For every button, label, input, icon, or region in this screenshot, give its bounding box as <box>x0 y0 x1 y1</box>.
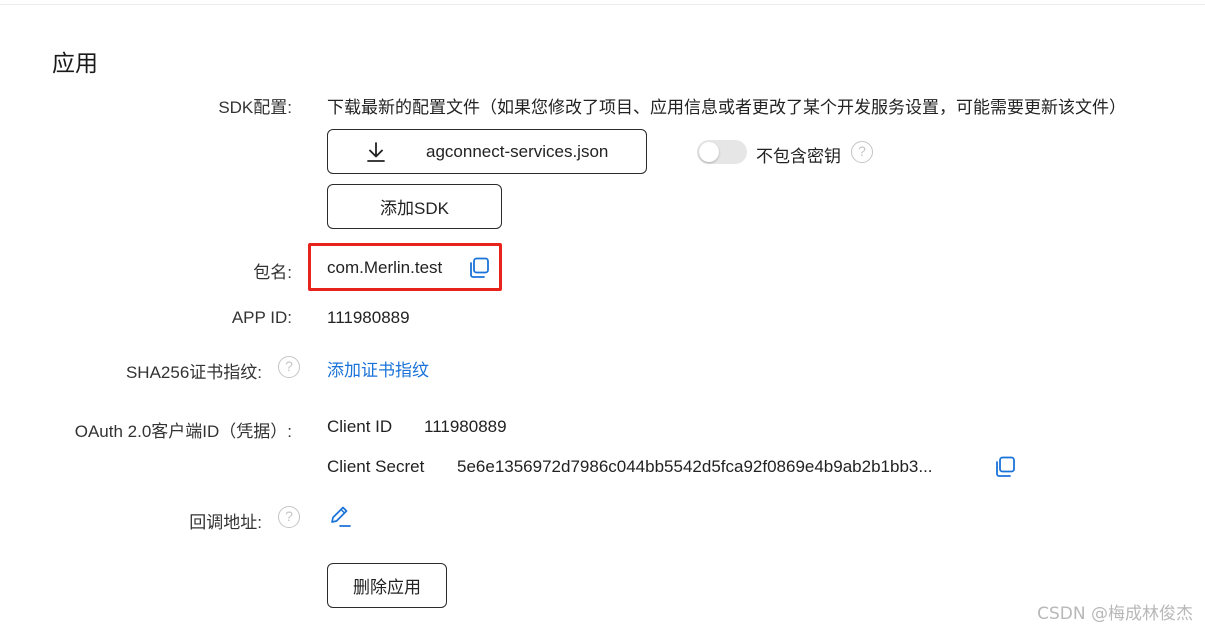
client-secret-value: 5e6e1356972d7986c044bb5542d5fca92f0869e4… <box>457 457 933 476</box>
help-icon[interactable]: ? <box>278 506 300 528</box>
package-name-label: 包名: <box>253 263 292 282</box>
toggle-knob <box>699 142 719 162</box>
copy-icon[interactable] <box>467 256 491 280</box>
section-title: 应用 <box>52 50 98 76</box>
oauth-client-label: OAuth 2.0客户端ID（凭据）: <box>74 422 292 441</box>
copy-icon[interactable] <box>993 455 1017 479</box>
download-filename: agconnect-services.json <box>426 141 609 161</box>
download-config-button[interactable]: agconnect-services.json <box>327 129 647 174</box>
top-divider <box>0 4 1205 5</box>
watermark: CSDN @梅成林俊杰 <box>1037 604 1193 624</box>
package-name-value: com.Merlin.test <box>327 258 443 277</box>
callback-address-label: 回调地址: <box>189 513 262 532</box>
sdk-config-description: 下载最新的配置文件（如果您修改了项目、应用信息或者更改了某个开发服务设置，可能需… <box>327 98 1126 117</box>
app-id-value: 111980889 <box>327 308 410 327</box>
exclude-key-label: 不包含密钥 <box>756 147 841 166</box>
client-secret-label: Client Secret <box>327 457 425 476</box>
download-icon <box>367 141 385 162</box>
add-certificate-fingerprint-link[interactable]: 添加证书指纹 <box>327 356 429 381</box>
delete-app-button[interactable]: 删除应用 <box>327 563 447 608</box>
add-sdk-button[interactable]: 添加SDK <box>327 184 502 229</box>
help-icon[interactable]: ? <box>851 141 873 163</box>
sdk-config-label: SDK配置: <box>218 98 292 117</box>
sha256-label: SHA256证书指纹: <box>125 363 262 382</box>
help-icon[interactable]: ? <box>278 356 300 378</box>
app-id-label: APP ID: <box>231 308 292 327</box>
client-id-label: Client ID <box>327 417 393 436</box>
edit-icon[interactable] <box>328 503 352 529</box>
client-id-value: 111980889 <box>424 417 507 436</box>
exclude-key-toggle[interactable] <box>697 140 747 164</box>
